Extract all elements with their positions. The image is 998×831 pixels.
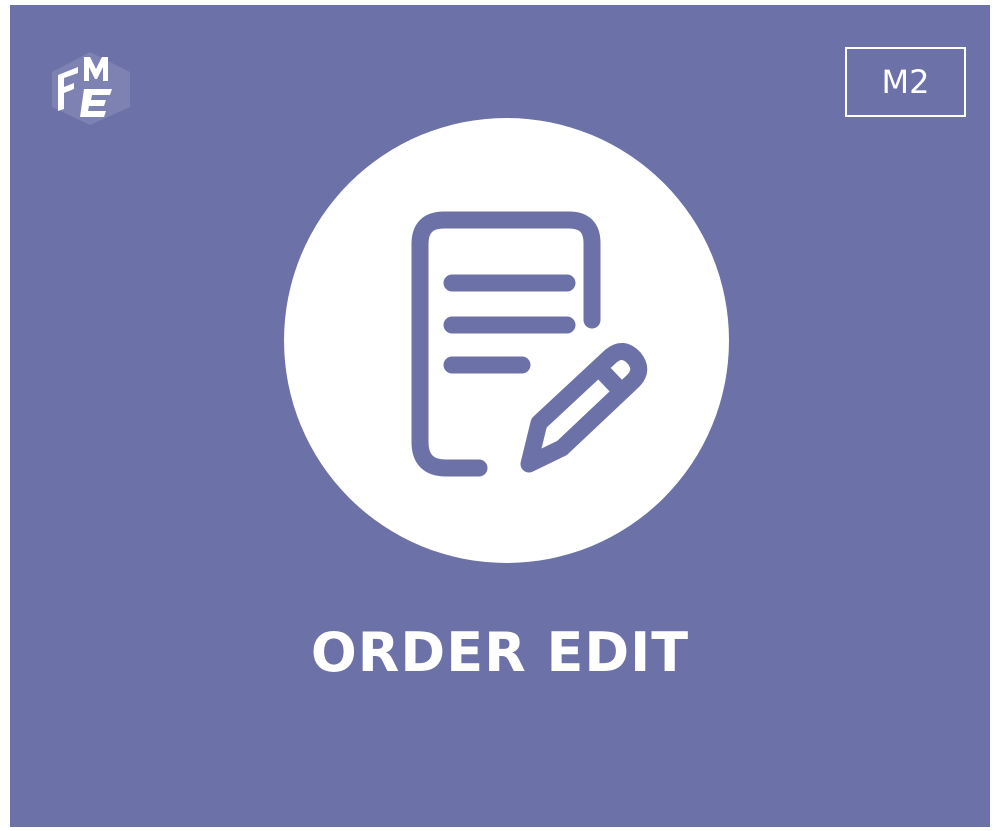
product-title: ORDER EDIT (310, 621, 690, 684)
version-badge: M2 (845, 47, 966, 117)
banner-frame: M2 ORDER EDIT (0, 0, 998, 831)
document-edit-icon (411, 211, 648, 477)
fme-logo (52, 52, 130, 125)
banner-panel: M2 ORDER EDIT (10, 5, 990, 827)
